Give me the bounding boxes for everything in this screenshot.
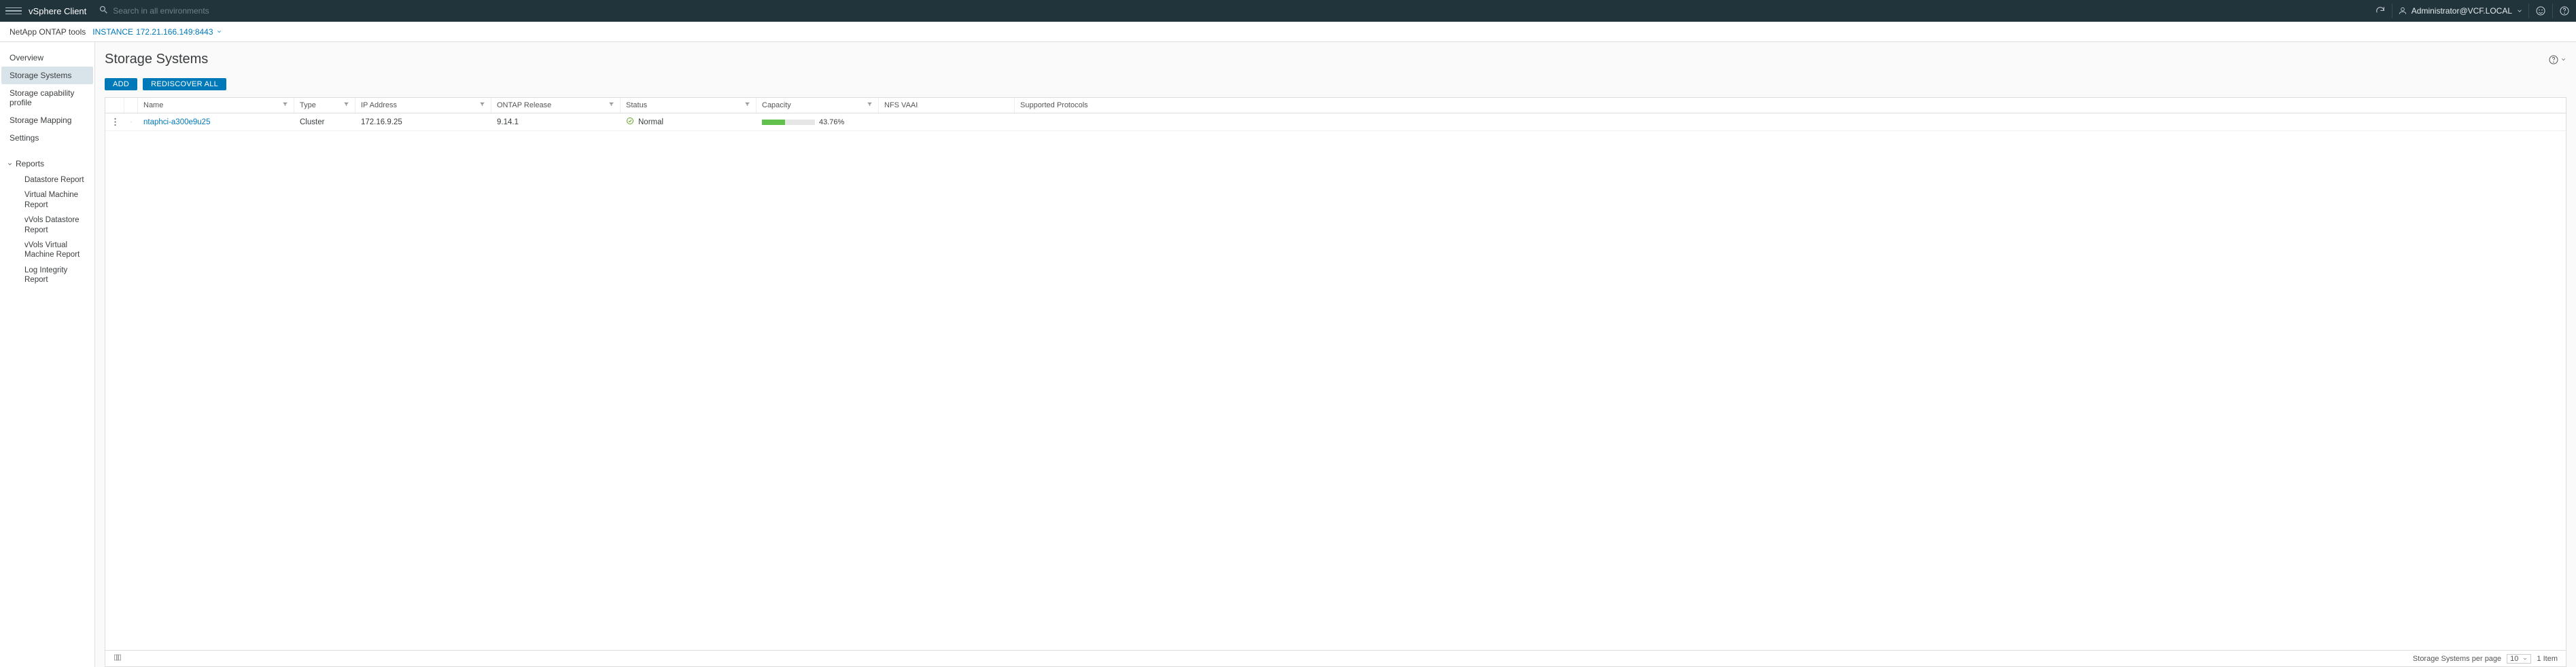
user-menu[interactable]: Administrator@VCF.LOCAL <box>2398 6 2523 16</box>
col-capacity-label: Capacity <box>762 101 791 109</box>
col-header-name[interactable]: Name <box>138 98 294 113</box>
col-header-ip[interactable]: IP Address <box>355 98 491 113</box>
cell-status: Normal <box>621 117 756 127</box>
header-actions: Administrator@VCF.LOCAL <box>2374 3 2571 18</box>
global-header: vSphere Client Administrator@VCF.LOCAL <box>0 0 2576 22</box>
col-ip-label: IP Address <box>361 101 397 109</box>
instance-selector[interactable]: INSTANCE 172.21.166.149:8443 <box>92 27 222 37</box>
table-footer: Storage Systems per page 10 1 Item <box>105 650 2566 666</box>
sidebar-item-virtual-machine-report[interactable]: Virtual Machine Report <box>0 187 94 213</box>
instance-prefix: INSTANCE <box>92 27 133 37</box>
item-count: 1 Item <box>2537 655 2558 663</box>
col-header-status[interactable]: Status <box>621 98 756 113</box>
chevron-down-icon <box>2522 656 2528 662</box>
page-size-value: 10 <box>2510 655 2518 663</box>
sidebar-group-reports: Reports Datastore Report Virtual Machine… <box>0 155 94 287</box>
filter-icon[interactable] <box>744 101 750 109</box>
sidebar: Overview Storage Systems Storage capabil… <box>0 42 95 667</box>
user-icon <box>2398 6 2407 16</box>
main-layout: Overview Storage Systems Storage capabil… <box>0 42 2576 667</box>
table-header-row: Name Type IP Address ONTAP Release Statu… <box>105 98 2566 113</box>
sidebar-item-storage-systems[interactable]: Storage Systems <box>1 67 93 84</box>
col-header-nfs-vaai[interactable]: NFS VAAI <box>879 98 1015 113</box>
col-header-capacity[interactable]: Capacity <box>756 98 879 113</box>
global-search[interactable] <box>99 5 2373 17</box>
cell-release: 9.14.1 <box>491 118 621 126</box>
sidebar-group-header-reports[interactable]: Reports <box>0 155 94 173</box>
col-status-label: Status <box>626 101 647 109</box>
sidebar-item-vvols-datastore-report[interactable]: vVols Datastore Report <box>0 213 94 238</box>
sidebar-item-storage-capability-profile[interactable]: Storage capability profile <box>0 84 94 111</box>
plugin-name: NetApp ONTAP tools <box>10 27 86 37</box>
filter-icon[interactable] <box>608 101 614 109</box>
chevron-down-icon <box>2560 56 2566 62</box>
table-row[interactable]: ntaphci-a300e9u25 Cluster 172.16.9.25 9.… <box>105 113 2566 131</box>
page-size-selector[interactable]: 10 <box>2507 654 2531 664</box>
app-title: vSphere Client <box>29 6 86 16</box>
storage-systems-table: Name Type IP Address ONTAP Release Statu… <box>105 97 2566 667</box>
reports-label: Reports <box>16 159 44 168</box>
help-icon <box>2548 54 2559 65</box>
capacity-fill <box>762 120 785 125</box>
table-body: ntaphci-a300e9u25 Cluster 172.16.9.25 9.… <box>105 113 2566 650</box>
column-toggle-icon[interactable] <box>114 653 122 664</box>
sidebar-item-overview[interactable]: Overview <box>0 49 94 67</box>
filter-icon[interactable] <box>867 101 873 109</box>
page-help-menu[interactable] <box>2548 54 2566 65</box>
filter-icon[interactable] <box>479 101 485 109</box>
col-header-type[interactable]: Type <box>294 98 355 113</box>
chevron-down-icon <box>216 29 222 35</box>
instance-address: 172.21.166.149:8443 <box>136 27 213 37</box>
sidebar-item-settings[interactable]: Settings <box>0 129 94 147</box>
page-title: Storage Systems <box>105 52 208 67</box>
divider <box>2552 3 2553 18</box>
chevron-down-icon <box>2516 7 2523 14</box>
menu-toggle-icon[interactable] <box>5 3 22 19</box>
col-header-expand <box>124 98 138 113</box>
cell-type: Cluster <box>294 118 355 126</box>
col-header-release[interactable]: ONTAP Release <box>491 98 621 113</box>
refresh-icon[interactable] <box>2374 5 2386 17</box>
rediscover-all-button[interactable]: REDISCOVER ALL <box>143 78 226 90</box>
cell-capacity: 43.76% <box>756 118 879 126</box>
capacity-bar <box>762 120 815 125</box>
row-actions-menu[interactable] <box>105 118 124 126</box>
col-release-label: ONTAP Release <box>497 101 551 109</box>
main-content: Storage Systems ADD REDISCOVER ALL Name … <box>95 42 2576 667</box>
filter-icon[interactable] <box>282 101 288 109</box>
sidebar-item-datastore-report[interactable]: Datastore Report <box>0 173 94 187</box>
status-text: Normal <box>638 118 663 126</box>
status-ok-icon <box>626 117 634 127</box>
action-bar: ADD REDISCOVER ALL <box>105 78 2566 90</box>
search-icon <box>99 5 109 17</box>
col-header-menu <box>105 98 124 113</box>
add-button[interactable]: ADD <box>105 78 137 90</box>
search-input[interactable] <box>113 6 317 16</box>
user-label: Administrator@VCF.LOCAL <box>2412 6 2512 16</box>
col-name-label: Name <box>143 101 163 109</box>
filter-icon[interactable] <box>343 101 349 109</box>
pagination: Storage Systems per page 10 1 Item <box>2413 654 2558 664</box>
divider <box>2528 3 2529 18</box>
col-protocols-label: Supported Protocols <box>1020 101 1088 109</box>
kebab-icon <box>114 118 116 126</box>
chevron-down-icon <box>7 161 13 167</box>
col-nfs-vaai-label: NFS VAAI <box>884 101 918 109</box>
cell-ip: 172.16.9.25 <box>355 118 491 126</box>
col-header-protocols[interactable]: Supported Protocols <box>1015 98 2566 113</box>
page-title-row: Storage Systems <box>105 52 2566 67</box>
plugin-subheader: NetApp ONTAP tools INSTANCE 172.21.166.1… <box>0 22 2576 42</box>
help-icon[interactable] <box>2558 5 2571 17</box>
col-type-label: Type <box>300 101 316 109</box>
per-page-label: Storage Systems per page <box>2413 655 2501 663</box>
chevron-right-icon <box>130 119 133 125</box>
capacity-text: 43.76% <box>819 118 844 126</box>
sidebar-item-log-integrity-report[interactable]: Log Integrity Report <box>0 263 94 288</box>
smiley-icon[interactable] <box>2535 5 2547 17</box>
sidebar-item-vvols-virtual-machine-report[interactable]: vVols Virtual Machine Report <box>0 238 94 263</box>
row-expand-toggle[interactable] <box>124 119 138 125</box>
cell-name: ntaphci-a300e9u25 <box>138 118 294 126</box>
sidebar-item-storage-mapping[interactable]: Storage Mapping <box>0 111 94 129</box>
storage-system-link[interactable]: ntaphci-a300e9u25 <box>143 118 210 126</box>
